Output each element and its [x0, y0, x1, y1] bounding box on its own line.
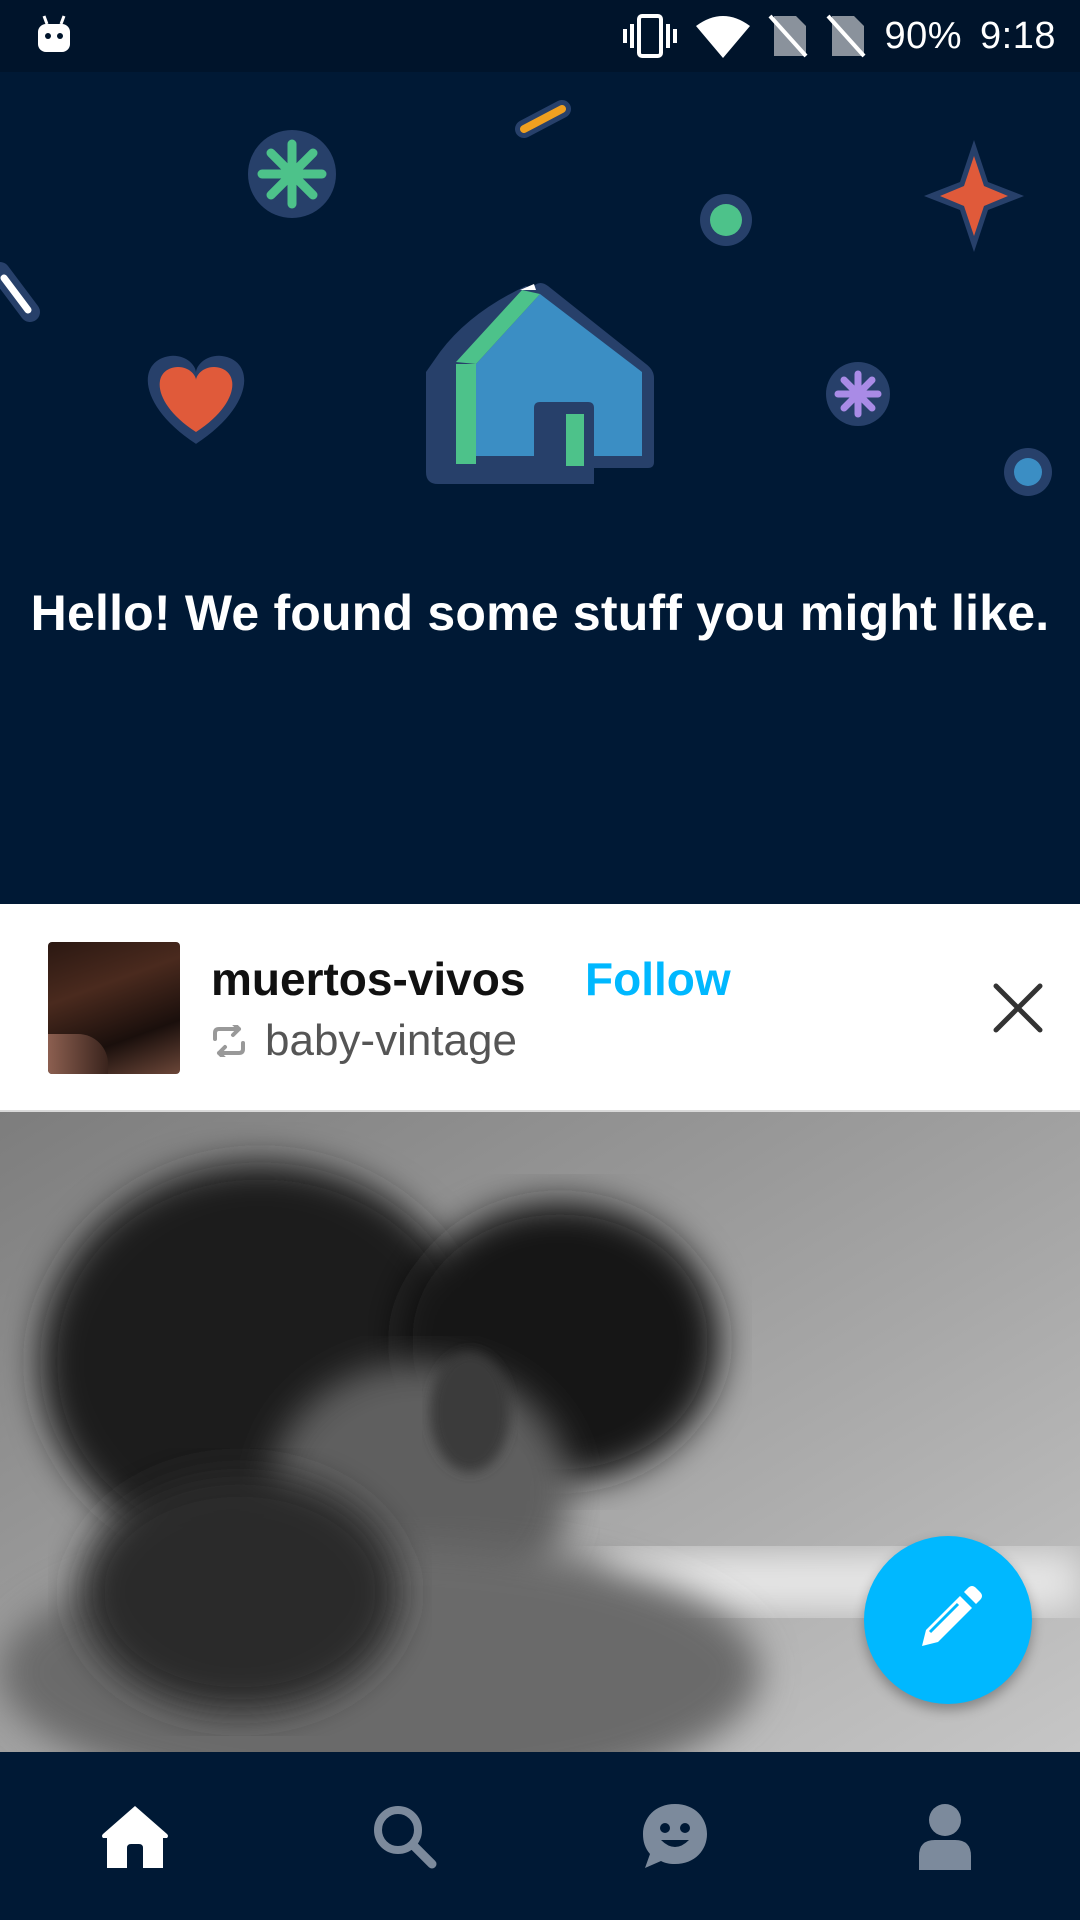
search-icon — [374, 1806, 437, 1869]
flower-shape — [826, 362, 890, 426]
clock-time: 9:18 — [980, 14, 1056, 57]
welcome-message: Hello! We found some stuff you might lik… — [30, 585, 1050, 641]
nav-account[interactable] — [905, 1796, 985, 1876]
compose-button[interactable] — [864, 1536, 1032, 1704]
vibrate-icon — [623, 14, 678, 58]
avatar-photo — [48, 1034, 108, 1074]
house-illustration — [426, 283, 654, 484]
reblogged-from-name: baby-vintage — [265, 1016, 517, 1065]
heart-shape — [147, 355, 245, 444]
bottom-navigation — [0, 1752, 1080, 1920]
blog-avatar[interactable] — [48, 942, 180, 1074]
pencil-icon — [922, 1586, 982, 1646]
battery-percentage: 90% — [884, 14, 963, 57]
reblog-source[interactable]: baby-vintage — [211, 1016, 517, 1066]
asterisk-shape — [248, 130, 336, 218]
close-icon[interactable] — [990, 980, 1046, 1036]
reblog-icon — [213, 1025, 245, 1057]
status-bar: 90% 9:18 — [0, 0, 1080, 72]
messaging-icon — [643, 1804, 707, 1868]
nav-messaging[interactable] — [635, 1796, 715, 1876]
follow-button[interactable]: Follow — [585, 952, 731, 1006]
account-icon — [919, 1804, 971, 1870]
nav-search[interactable] — [364, 1796, 444, 1876]
home-icon — [102, 1806, 168, 1868]
welcome-banner: Hello! We found some stuff you might lik… — [0, 72, 1080, 904]
android-icon — [38, 15, 70, 52]
sparkle-shape — [924, 140, 1024, 252]
blog-name-link[interactable]: muertos-vivos — [211, 952, 525, 1006]
wifi-icon — [696, 16, 751, 58]
no-sim-icon — [826, 14, 866, 58]
nav-home[interactable] — [95, 1796, 175, 1876]
post-header: muertos-vivos Follow baby-vintage — [0, 904, 1080, 1113]
confetti-decoration — [0, 100, 1052, 496]
no-sim-icon — [768, 14, 808, 58]
